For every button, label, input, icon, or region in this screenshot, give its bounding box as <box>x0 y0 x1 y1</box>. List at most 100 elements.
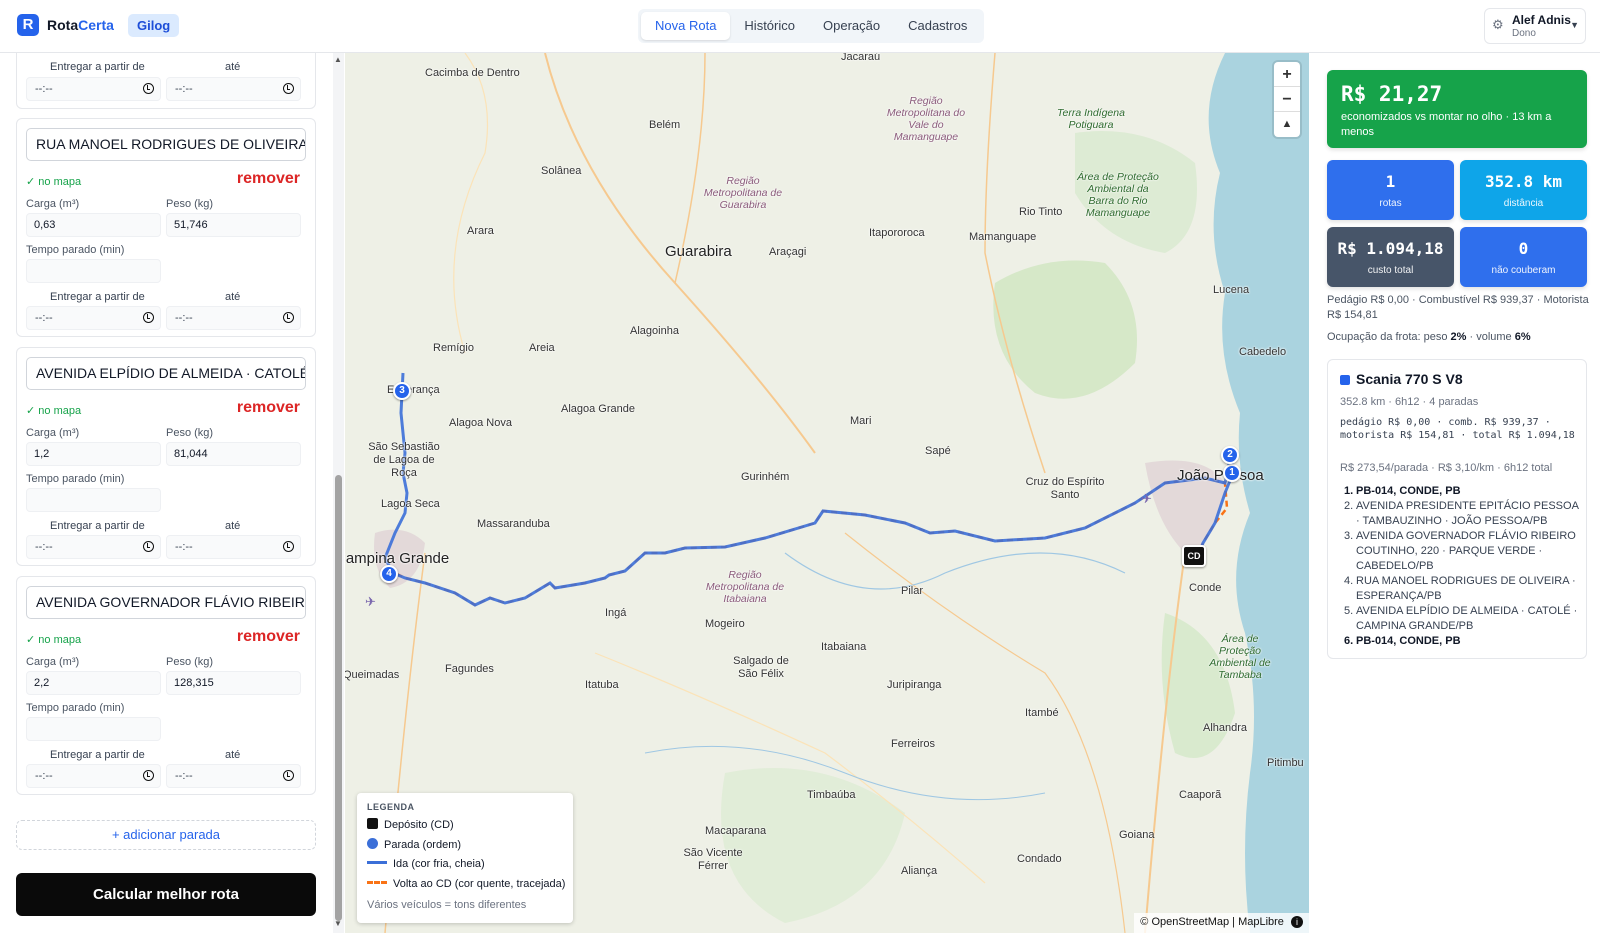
carga-input[interactable]: 1,2 <box>26 442 161 466</box>
add-stop-button[interactable]: + adicionar parada <box>16 820 316 850</box>
place-label: Mogeiro <box>705 618 745 630</box>
remove-stop-button[interactable]: remover <box>237 628 300 646</box>
carga-input[interactable]: 0,63 <box>26 213 161 237</box>
stop-marker[interactable]: 4 <box>380 565 398 583</box>
vehicle-costs: pedágio R$ 0,00 · comb. R$ 939,37 · moto… <box>1340 417 1575 441</box>
stop-address-input[interactable]: AVENIDA GOVERNADOR FLÁVIO RIBEIRO COUTIN… <box>26 586 306 619</box>
scroll-up-arrow-icon[interactable]: ▲ <box>334 55 342 64</box>
stop-card-partial: Entregar a partir de até --:-- --:-- <box>16 53 316 109</box>
deliver-from-input[interactable]: --:-- <box>26 306 161 330</box>
user-role: Dono <box>1512 28 1536 39</box>
place-label: Arara <box>467 225 494 237</box>
stop-address-input[interactable]: AVENIDA ELPÍDIO DE ALMEIDA · CATOLÉ · CA… <box>26 357 306 390</box>
deliver-from-label: Entregar a partir de <box>50 61 145 73</box>
user-menu[interactable]: ⚙ Alef Adnis Dono ▼ <box>1484 8 1586 44</box>
tempo-input[interactable] <box>26 488 161 512</box>
region-label: Região Metropolitana do Vale do Mamangua… <box>886 95 966 143</box>
place-label: Belém <box>649 119 681 131</box>
carga-label: Carga (m³) <box>26 427 80 439</box>
stop-marker[interactable]: 3 <box>393 382 411 400</box>
place-label: Sapé <box>925 445 951 457</box>
zoom-out-button[interactable]: − <box>1274 87 1300 112</box>
brand-rota: Rota <box>47 17 79 33</box>
deliver-from-input[interactable]: --:-- <box>26 535 161 559</box>
info-icon[interactable]: i <box>1291 916 1303 928</box>
place-label: Juripiranga <box>887 679 942 691</box>
tab-nova-rota[interactable]: Nova Rota <box>641 12 731 40</box>
vehicle-color-swatch <box>1340 375 1350 385</box>
tempo-input[interactable] <box>26 717 161 741</box>
place-label: Alagoa Grande <box>561 403 635 415</box>
occupancy-mid: · volume <box>1466 331 1515 343</box>
carga-input[interactable]: 2,2 <box>26 671 161 695</box>
kpi-total-cost: R$ 1.094,18 custo total <box>1327 227 1454 287</box>
kpi-distance: 352.8 km distância <box>1460 160 1587 220</box>
peso-input[interactable]: 51,746 <box>166 213 301 237</box>
calculate-route-button[interactable]: Calcular melhor rota <box>16 873 316 916</box>
kpi-label: rotas <box>1379 198 1402 209</box>
deliver-from-input[interactable]: --:-- <box>26 77 161 101</box>
remove-stop-button[interactable]: remover <box>237 399 300 417</box>
brand-name[interactable]: RotaCerta <box>47 17 114 33</box>
tab-operacao[interactable]: Operação <box>809 12 894 40</box>
peso-label: Peso (kg) <box>166 198 214 210</box>
top-bar: R RotaCerta Gilog Nova Rota Histórico Op… <box>0 0 1600 53</box>
region-label: Região Metropolitana de Guarabira <box>703 175 783 211</box>
place-label: Fagundes <box>445 663 494 675</box>
airport-icon: ✈ <box>1141 491 1152 506</box>
scrollbar-thumb[interactable] <box>335 475 342 921</box>
tempo-label: Tempo parado (min) <box>26 473 125 485</box>
place-label: Mari <box>850 415 872 427</box>
place-label: João Pessoa <box>1177 467 1264 484</box>
logo-icon[interactable]: R <box>17 14 39 36</box>
on-map-status: ✓ no mapa <box>26 176 82 188</box>
clock-icon <box>143 541 154 552</box>
peso-input[interactable]: 81,044 <box>166 442 301 466</box>
deliver-until-input[interactable]: --:-- <box>166 306 301 330</box>
deliver-until-input[interactable]: --:-- <box>166 77 301 101</box>
sequence-label: AVENIDA ELPÍDIO DE ALMEIDA · CATOLÉ · CA… <box>1356 605 1578 632</box>
stop-address-input[interactable]: RUA MANOEL RODRIGUES DE OLIVEIRA · ESPER… <box>26 128 306 161</box>
vehicle-name: Scania 770 S V8 <box>1356 371 1463 387</box>
vehicle-route-card[interactable]: Scania 770 S V8 352.8 km · 6h12 · 4 para… <box>1327 359 1587 659</box>
place-label: Remígio <box>433 342 474 354</box>
savings-subtitle: economizados vs montar no olho · 13 km a… <box>1341 111 1552 138</box>
depot-marker[interactable]: CD <box>1182 545 1206 567</box>
place-label: Condado <box>1017 853 1062 865</box>
deliver-from-input[interactable]: --:-- <box>26 764 161 788</box>
map-attribution[interactable]: © OpenStreetMap | MapLibre i <box>1134 913 1309 933</box>
tab-cadastros[interactable]: Cadastros <box>894 12 981 40</box>
time-placeholder: --:-- <box>35 83 53 95</box>
zoom-in-button[interactable]: + <box>1274 62 1300 87</box>
place-label: São Vicente Férrer <box>683 847 743 872</box>
scroll-down-arrow-icon[interactable]: ▼ <box>334 919 342 928</box>
region-label: Área de Proteção Ambiental de Tambaba <box>1209 633 1271 681</box>
deliver-until-input[interactable]: --:-- <box>166 764 301 788</box>
deliver-until-input[interactable]: --:-- <box>166 535 301 559</box>
route-map[interactable]: ✈ ✈ Cacimba de Dentro Jacaraú Belém Solâ… <box>345 53 1309 933</box>
peso-input[interactable]: 128,315 <box>166 671 301 695</box>
stop-marker[interactable]: 1 <box>1223 464 1241 482</box>
kpi-value: R$ 1.094,18 <box>1337 239 1444 258</box>
compass-reset-button[interactable]: ▲ <box>1274 112 1300 137</box>
region-label: Região Metropolitana de Itabaiana <box>705 569 785 605</box>
time-placeholder: --:-- <box>35 312 53 324</box>
org-badge[interactable]: Gilog <box>128 14 180 37</box>
stop-sequence: 1. PB-014, CONDE, PB 2. AVENIDA PRESIDENTE… <box>1340 484 1580 649</box>
cost-breakdown: Pedágio R$ 0,00 · Combustível R$ 939,37 … <box>1327 294 1589 321</box>
tempo-label: Tempo parado (min) <box>26 244 125 256</box>
place-label: Alagoinha <box>630 325 679 337</box>
remove-stop-button[interactable]: remover <box>237 170 300 188</box>
tempo-input[interactable] <box>26 259 161 283</box>
time-placeholder: --:-- <box>175 541 193 553</box>
zoom-controls: + − ▲ <box>1274 62 1300 137</box>
tab-historico[interactable]: Histórico <box>730 12 809 40</box>
list-item: 2. AVENIDA PRESIDENTE EPITÁCIO PESSOA · T… <box>1344 500 1579 527</box>
legend-note: Vários veículos = tons diferentes <box>367 899 527 911</box>
carga-label: Carga (m³) <box>26 656 80 668</box>
region-label: Terra Indígena Potiguara <box>1057 107 1125 131</box>
stop-marker[interactable]: 2 <box>1221 446 1239 464</box>
peso-label: Peso (kg) <box>166 656 214 668</box>
kpi-label: distância <box>1503 198 1544 209</box>
place-label: Itatuba <box>585 679 619 691</box>
